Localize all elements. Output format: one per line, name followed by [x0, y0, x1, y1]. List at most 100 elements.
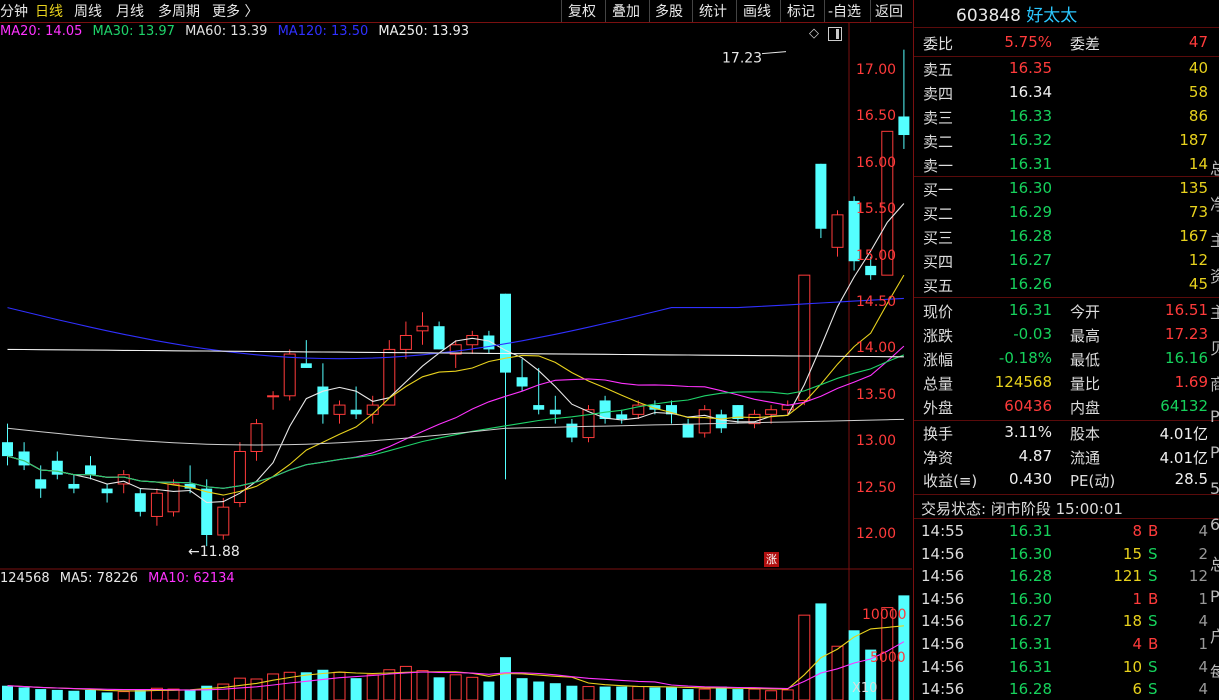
- tick-price: 16.28: [1009, 567, 1052, 586]
- candle-body-up: [217, 506, 230, 536]
- volume-bar-up: [831, 645, 844, 700]
- buy-level-label: 买三: [923, 229, 954, 247]
- sell-level-price: 16.32: [1009, 131, 1052, 149]
- stock-header: 603848 好太太: [956, 1, 1077, 26]
- tick-time: 14:56: [921, 680, 965, 699]
- tick-count: 4: [1198, 680, 1208, 699]
- tick-direction: S: [1148, 544, 1158, 563]
- volume-bar-up: [399, 665, 412, 700]
- sell-level-price: 16.31: [1009, 155, 1052, 173]
- fuquan-button[interactable]: 复权: [568, 1, 596, 21]
- tick-direction: S: [1148, 612, 1158, 631]
- clipped-panel-text: 主: [1210, 303, 1219, 322]
- buy-level-price: 16.27: [1009, 251, 1052, 269]
- candle-body-up: [167, 483, 180, 513]
- volume-bar-up: [632, 686, 645, 700]
- tick-volume: 18: [1122, 612, 1142, 631]
- volume-bar-up: [748, 688, 761, 700]
- buy-level-label: 买一: [923, 181, 954, 199]
- volume-bar-down: [433, 677, 445, 700]
- ma60-line: [7, 418, 904, 446]
- candle-body-down: [68, 483, 80, 489]
- sell-level-volume: 40: [1188, 59, 1208, 77]
- volume-total-label: 124568: [0, 571, 50, 586]
- tick-direction: S: [1148, 567, 1158, 586]
- remove-watchlist-button[interactable]: -自选: [828, 1, 861, 21]
- tick-price: 16.31: [1009, 635, 1052, 653]
- price-axis-tick: 13.00: [856, 433, 897, 450]
- buy-level-volume: 12: [1188, 251, 1208, 269]
- candle-body-down: [85, 465, 96, 475]
- volume-bar-up: [698, 688, 711, 700]
- tab-minute[interactable]: 分钟: [0, 1, 28, 21]
- tick-time: 14:56: [921, 567, 965, 586]
- candle-body-up: [765, 409, 778, 415]
- tab-multi-period[interactable]: 多周期: [158, 1, 200, 21]
- price-axis-tick: 17.00: [856, 62, 897, 78]
- tab-monthly[interactable]: 月线: [116, 1, 144, 21]
- volume-bar-down: [533, 681, 545, 700]
- tick-count: 4: [1198, 657, 1208, 676]
- buy-level-label: 买四: [923, 253, 954, 271]
- stock-name[interactable]: 好太太: [1026, 6, 1077, 26]
- kline-chart[interactable]: 17.23 ←11.88: [0, 22, 912, 700]
- quote-label: 涨幅: [923, 351, 954, 369]
- volume-bar-down: [682, 689, 694, 700]
- statistics-button[interactable]: 统计: [699, 1, 727, 21]
- tick-direction: B: [1148, 589, 1159, 608]
- fundamental-label: PE(动): [1070, 472, 1116, 490]
- tab-weekly[interactable]: 周线: [74, 1, 102, 21]
- tick-direction: B: [1148, 635, 1159, 653]
- candle-body-down: [715, 414, 727, 429]
- quote-label: 现价: [923, 303, 954, 321]
- draw-line-button[interactable]: 画线: [743, 1, 771, 21]
- candle-body-down: [616, 414, 628, 419]
- volume-bar-down: [68, 690, 80, 700]
- candle-body-down: [101, 488, 113, 494]
- weicha-label: 委差: [1070, 35, 1101, 53]
- candle-body-down: [500, 293, 511, 373]
- candle-body-down: [2, 442, 13, 457]
- candle-body-down: [898, 116, 910, 136]
- price-axis-tick: 15.00: [856, 247, 897, 264]
- clipped-panel-text: 总: [1210, 555, 1219, 574]
- buy-level-price: 16.29: [1009, 203, 1052, 221]
- multi-stock-button[interactable]: 多股: [655, 1, 683, 21]
- candle-body-up: [267, 395, 280, 398]
- overlay-button[interactable]: 叠加: [612, 1, 640, 21]
- volume-bar-up: [117, 691, 130, 700]
- fundamental-value: 4.87: [1018, 446, 1052, 465]
- tick-volume: 6: [1132, 680, 1142, 699]
- tick-price: 16.30: [1009, 544, 1052, 563]
- buy-level-price: 16.30: [1009, 179, 1052, 197]
- quote-value: 124568: [994, 373, 1052, 391]
- volume-bar-down: [666, 687, 677, 700]
- tick-price: 16.31: [1009, 657, 1052, 676]
- volume-bar-up: [798, 614, 811, 700]
- more-menu[interactable]: 更多 〉: [212, 1, 258, 21]
- buy-level-volume: 167: [1179, 227, 1208, 245]
- mark-button[interactable]: 标记: [787, 1, 815, 21]
- volume-bar-down: [35, 689, 47, 700]
- volume-bar-down: [483, 681, 495, 700]
- quote-value: 60436: [1004, 397, 1052, 415]
- vol-ma10-label: MA10: 62134: [148, 571, 235, 586]
- tick-volume: 4: [1132, 635, 1142, 653]
- stock-code: 603848: [956, 6, 1021, 26]
- candle-body-down: [815, 163, 827, 229]
- trade-status: 交易状态: 闭市阶段 15:00:01: [921, 500, 1123, 518]
- tab-daily[interactable]: 日线: [35, 1, 63, 21]
- tick-time: 14:55: [921, 522, 965, 540]
- buy-level-volume: 135: [1179, 179, 1208, 197]
- volume-bar-down: [51, 689, 63, 700]
- tick-volume: 10: [1122, 657, 1142, 676]
- volume-axis-tick: 5000: [870, 650, 906, 666]
- volume-bar-down: [516, 678, 528, 700]
- fundamental-value: 28.5: [1174, 470, 1208, 488]
- back-button[interactable]: 返回: [875, 1, 903, 21]
- candle-body-up: [150, 492, 163, 517]
- tick-time: 14:56: [921, 544, 965, 563]
- candle-body-down: [134, 493, 146, 512]
- tick-count: 2: [1198, 544, 1208, 563]
- clipped-panel-text: 6: [1210, 515, 1219, 534]
